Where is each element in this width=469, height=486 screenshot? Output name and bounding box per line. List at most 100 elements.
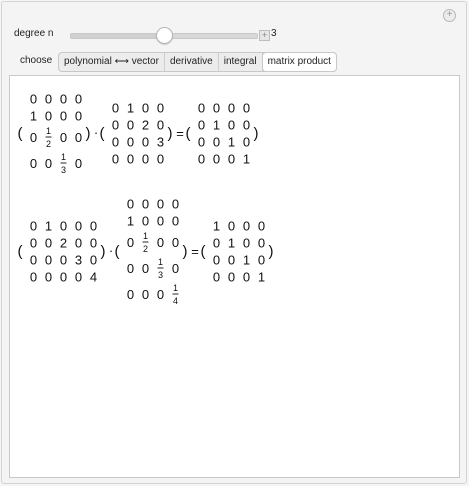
matrix-entry: 0 bbox=[45, 253, 52, 268]
matrix-entry: 0 bbox=[60, 253, 67, 268]
right-paren: ) bbox=[183, 243, 188, 260]
right-paren: ) bbox=[101, 243, 106, 260]
matrix-entry: 0 bbox=[142, 214, 149, 229]
matrix-entry: 0 bbox=[213, 236, 220, 251]
matrix-entry: 0 bbox=[112, 101, 119, 116]
matrix-entry: 1 bbox=[228, 135, 235, 150]
matrix-entry: 0 bbox=[127, 287, 134, 302]
matrix-entry: 0 bbox=[142, 152, 149, 167]
matrix-entry: 3 bbox=[157, 135, 164, 150]
matrix-entry: 0 bbox=[127, 235, 134, 250]
fraction-denominator: 4 bbox=[173, 296, 178, 306]
matrix-entry: 1 bbox=[213, 118, 220, 133]
degree-label: degree n bbox=[14, 28, 54, 39]
matrix-entry: 0 bbox=[60, 92, 67, 107]
matrix-entry: 0 bbox=[142, 135, 149, 150]
tab-matrix-product[interactable]: matrix product bbox=[262, 53, 336, 71]
tab-derivative[interactable]: derivative bbox=[165, 53, 219, 71]
matrix-entry: 0 bbox=[198, 118, 205, 133]
fraction-denominator: 3 bbox=[61, 165, 66, 175]
matrix-entry: 0 bbox=[172, 261, 179, 276]
matrix-entry: 0 bbox=[258, 236, 265, 251]
matrix-entry: 0 bbox=[142, 197, 149, 212]
matrix-entry: 0 bbox=[30, 270, 37, 285]
matrix-entry: 1 bbox=[243, 253, 250, 268]
matrix-entry: 0 bbox=[127, 135, 134, 150]
matrix-entry: 0 bbox=[243, 135, 250, 150]
matrix-entry: 0 bbox=[258, 253, 265, 268]
multiply-dot: · bbox=[94, 125, 98, 140]
matrix-entry: 0 bbox=[213, 253, 220, 268]
right-paren: ) bbox=[86, 125, 91, 142]
output-pane: (0 0 0 0 1 0 0 0 0 1 2 0 0 0 0 1 3 0) ·(0 1 0 0 0 0 2 0 0 0 0 3 0 0 0 0) =… bbox=[9, 75, 460, 478]
matrix-entry: 0 bbox=[30, 130, 37, 145]
matrix-entry: 0 bbox=[90, 219, 97, 234]
matrix-entry: 1 bbox=[45, 219, 52, 234]
slider-fill bbox=[71, 34, 164, 38]
matrix-entry: 0 bbox=[243, 118, 250, 133]
matrix-entry: 0 bbox=[45, 92, 52, 107]
right-paren: ) bbox=[168, 125, 173, 142]
matrix-entry: 0 bbox=[243, 236, 250, 251]
matrix-entry: 0 bbox=[45, 156, 52, 171]
right-paren: ) bbox=[269, 243, 274, 260]
fraction-numerator: 1 bbox=[158, 257, 163, 267]
matrix-entry: 0 bbox=[60, 219, 67, 234]
slider-thumb[interactable] bbox=[156, 27, 173, 44]
matrix-entry: 0 bbox=[75, 219, 82, 234]
matrix-entry: 0 bbox=[198, 101, 205, 116]
left-paren: ( bbox=[18, 243, 23, 260]
matrix-entry: 0 bbox=[127, 152, 134, 167]
fraction-numerator: 1 bbox=[173, 283, 178, 293]
matrix-entry: 0 bbox=[30, 219, 37, 234]
matrix-entry: 0 bbox=[75, 236, 82, 251]
tab-polynomial-vector[interactable]: polynomial ⟷ vector bbox=[59, 53, 165, 71]
matrix-entry: 0 bbox=[228, 101, 235, 116]
matrix-entry: 0 bbox=[157, 101, 164, 116]
equals-sign: = bbox=[191, 244, 199, 259]
matrix-entry: 1 bbox=[213, 219, 220, 234]
fraction-denominator: 2 bbox=[143, 244, 148, 254]
matrix-entry: 0 bbox=[30, 236, 37, 251]
tab-integral[interactable]: integral bbox=[219, 53, 263, 71]
matrix-entry: 0 bbox=[157, 287, 164, 302]
slider-expand-icon[interactable]: + bbox=[259, 30, 270, 41]
fraction-denominator: 2 bbox=[46, 139, 51, 149]
matrix-entry: 0 bbox=[75, 92, 82, 107]
matrix-entry: 0 bbox=[60, 109, 67, 124]
matrix-entry: 0 bbox=[142, 287, 149, 302]
matrix-entry: 0 bbox=[142, 101, 149, 116]
matrix-entry: 0 bbox=[157, 152, 164, 167]
left-paren: ( bbox=[201, 243, 206, 260]
matrix-entry: 0 bbox=[213, 270, 220, 285]
matrix-entry: 0 bbox=[213, 101, 220, 116]
matrix-entry: 0 bbox=[30, 253, 37, 268]
matrix-entry: 1 bbox=[258, 270, 265, 285]
matrix-entry: 0 bbox=[157, 197, 164, 212]
matrix-entry: 1 bbox=[127, 214, 134, 229]
matrix-entry: 0 bbox=[30, 92, 37, 107]
matrix-entry: 1 bbox=[30, 109, 37, 124]
matrix-entry: 0 bbox=[157, 214, 164, 229]
fraction-numerator: 1 bbox=[61, 152, 66, 162]
left-paren: ( bbox=[18, 125, 23, 142]
matrix-entry: 0 bbox=[90, 236, 97, 251]
matrix-entry: 4 bbox=[90, 270, 97, 285]
matrix-entry: 0 bbox=[213, 135, 220, 150]
multiply-dot: · bbox=[109, 243, 113, 258]
matrix-equations: (0 0 0 01 0 0 00 12 0 00 0 13 0) · (0 1 0 00 0 2 00 0 0 30 0 0 0) =… bbox=[18, 92, 274, 307]
matrix-entry: 0 bbox=[172, 235, 179, 250]
matrix-entry: 0 bbox=[198, 135, 205, 150]
matrix-entry: 0 bbox=[127, 118, 134, 133]
matrix-entry: 0 bbox=[45, 236, 52, 251]
fraction-numerator: 1 bbox=[143, 231, 148, 241]
matrix-entry: 0 bbox=[75, 109, 82, 124]
add-icon[interactable]: + bbox=[443, 9, 456, 22]
matrix-entry: 0 bbox=[157, 118, 164, 133]
matrix-entry: 0 bbox=[30, 156, 37, 171]
left-paren: ( bbox=[186, 125, 191, 142]
matrix-entry: 2 bbox=[142, 118, 149, 133]
degree-slider[interactable] bbox=[70, 27, 258, 44]
matrix-entry: 0 bbox=[60, 130, 67, 145]
matrix-entry: 0 bbox=[75, 130, 82, 145]
